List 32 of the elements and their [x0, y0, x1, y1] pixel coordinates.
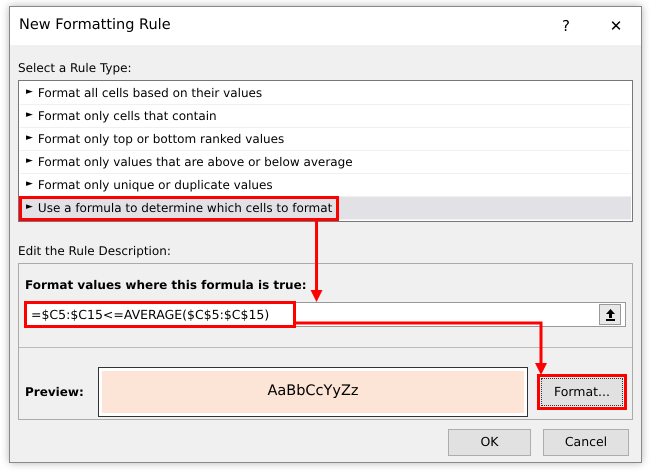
- pointer-icon: ►: [26, 109, 33, 123]
- rule-label: Format all cells based on their values: [38, 85, 262, 102]
- rule-type-item[interactable]: ► Format only cells that contain: [20, 105, 631, 128]
- highlight-frame: =$C5:$C15<=AVERAGE($C$5:$C$15): [25, 302, 295, 327]
- upload-icon: [604, 308, 616, 321]
- section-label: Select a Rule Type:: [18, 60, 132, 77]
- format-button[interactable]: Format...: [541, 378, 623, 406]
- collapse-button[interactable]: [599, 304, 621, 325]
- rule-type-item[interactable]: ► Format only top or bottom ranked values: [20, 128, 631, 151]
- ok-button[interactable]: OK: [448, 429, 531, 456]
- field-label: Format values where this formula is true:: [25, 277, 307, 294]
- rule-label: Format only unique or duplicate values: [38, 177, 273, 194]
- rule-type-item[interactable]: ► Use a formula to determine which cells to format: [20, 197, 631, 220]
- preview-label: Preview:: [25, 384, 85, 401]
- window-title: New Formatting Rule: [19, 16, 172, 36]
- section-label: Edit the Rule Description:: [18, 243, 171, 260]
- rule-type-item[interactable]: ► Format all cells based on their values: [20, 82, 631, 105]
- pointer-icon: ►: [26, 201, 33, 215]
- rule-label: Format only cells that contain: [38, 108, 217, 125]
- help-button[interactable]: ?: [541, 14, 591, 38]
- cancel-button[interactable]: Cancel: [543, 429, 629, 456]
- formula-field[interactable]: =$C5:$C15<=AVERAGE($C$5:$C$15): [25, 302, 626, 327]
- close-button[interactable]: ✕: [591, 14, 641, 38]
- rule-type-item[interactable]: ► Format only values that are above or below average: [20, 151, 631, 174]
- pointer-icon: ►: [26, 155, 33, 169]
- pointer-icon: ►: [26, 86, 33, 100]
- pointer-icon: ►: [26, 132, 33, 146]
- rule-label: Use a formula to determine which cells to format: [38, 200, 332, 217]
- rule-label: Format only top or bottom ranked values: [38, 131, 284, 148]
- preview-box: AaBbCcYyZz: [98, 367, 528, 417]
- pointer-icon: ►: [26, 178, 33, 192]
- rule-label: Format only values that are above or below average: [38, 154, 353, 171]
